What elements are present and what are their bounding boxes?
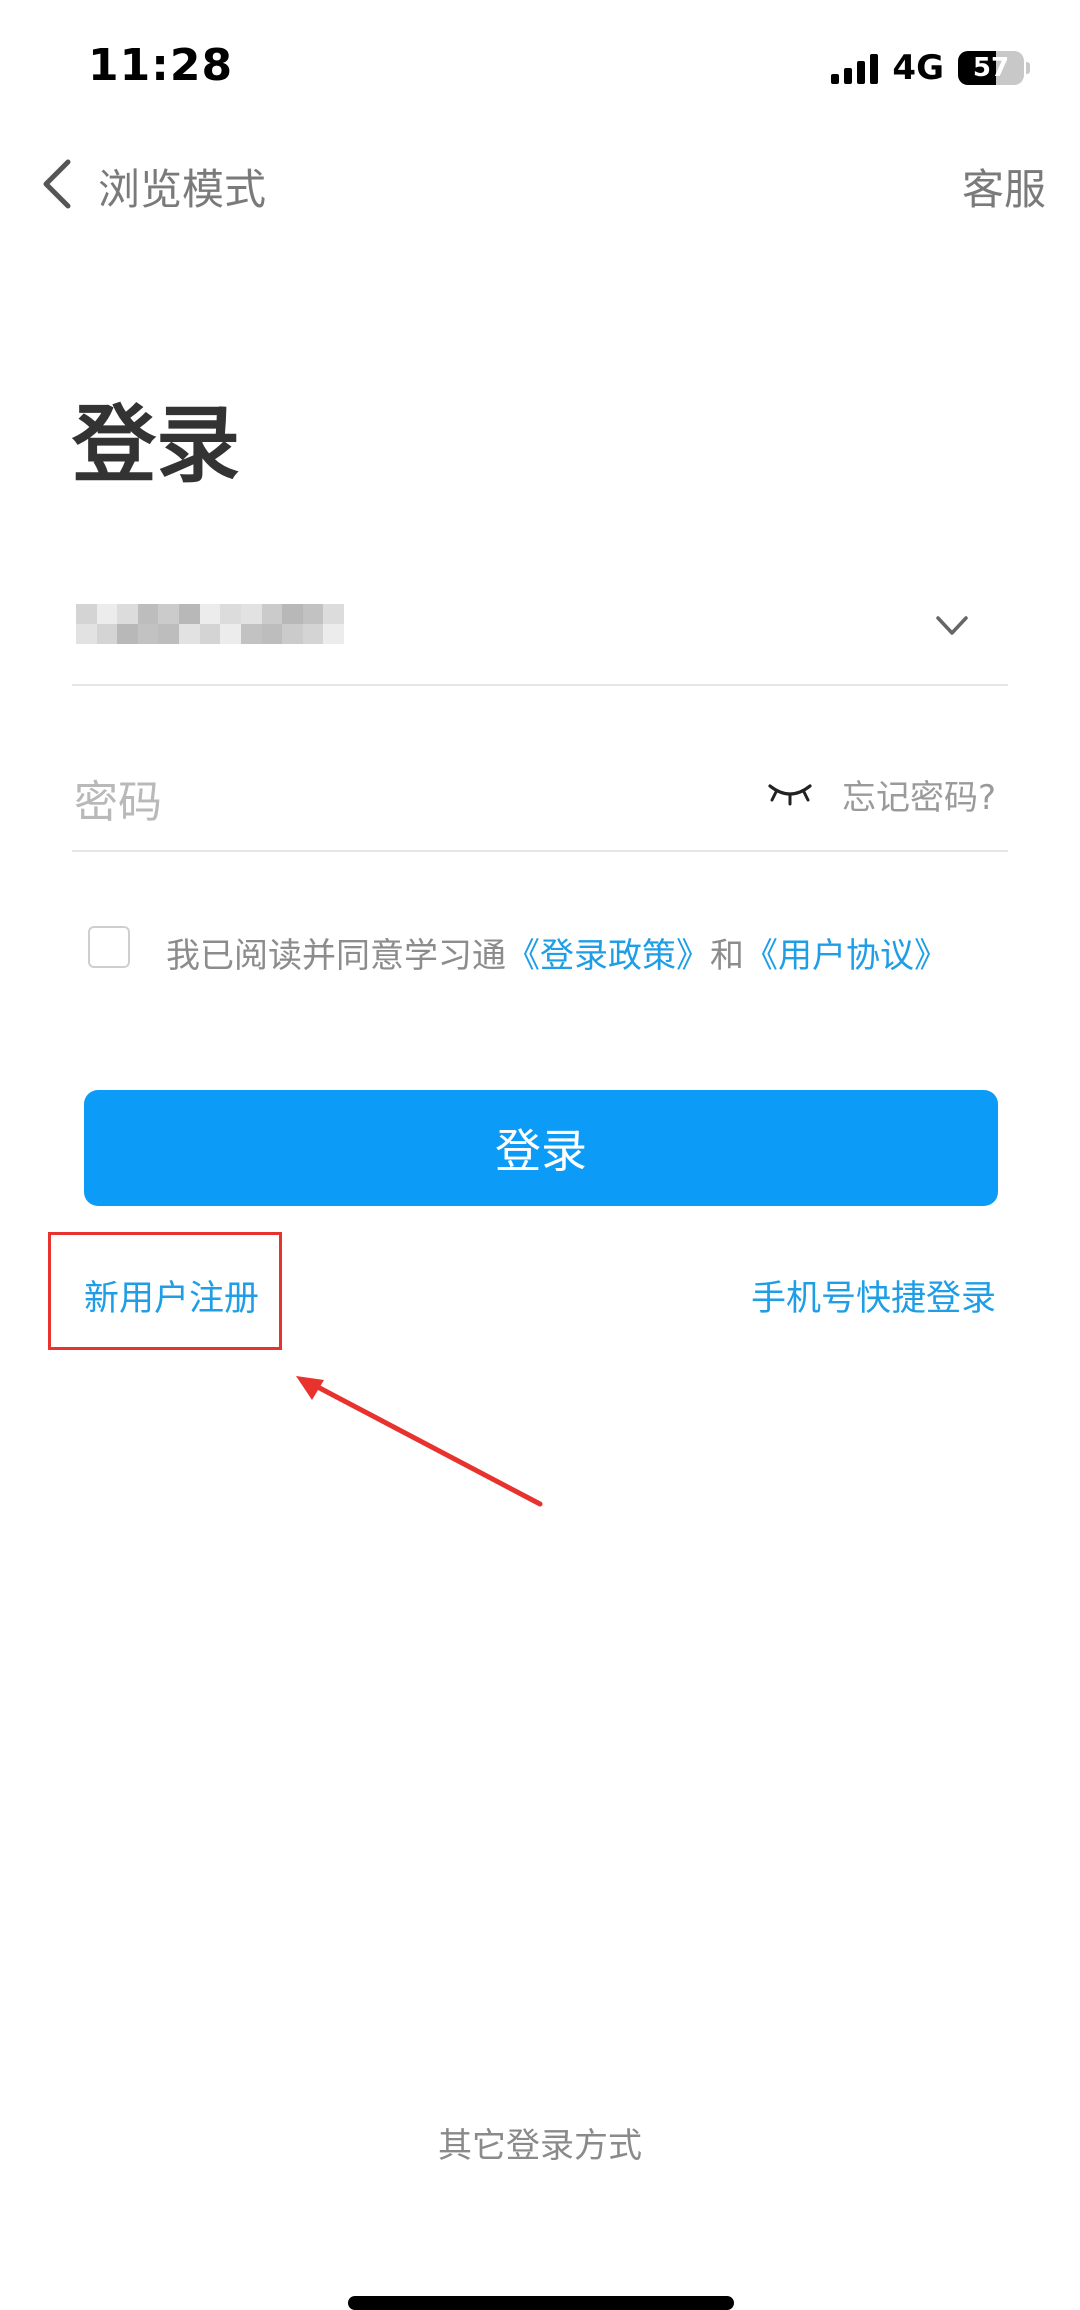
phone-quick-login-link[interactable]: 手机号快捷登录: [751, 1270, 996, 1321]
status-time: 11:28: [88, 40, 234, 91]
forgot-password-link[interactable]: 忘记密码?: [842, 770, 996, 819]
mask-pixel: [96, 624, 118, 644]
mask-pixel: [76, 604, 97, 624]
mask-pixel: [117, 624, 138, 644]
mask-pixel: [199, 604, 221, 624]
mask-pixel: [282, 624, 303, 644]
mask-pixel: [240, 624, 262, 644]
login-button-label: 登录: [495, 1124, 587, 1178]
signal-icon: [831, 52, 879, 84]
mask-pixel: [261, 624, 283, 644]
mask-pixel: [117, 604, 138, 624]
other-login-methods-link[interactable]: 其它登录方式: [0, 2118, 1080, 2167]
mask-pixel: [240, 604, 262, 624]
customer-service-button[interactable]: 客服: [962, 156, 1046, 217]
mask-pixel: [302, 604, 324, 624]
agreement-text: 我已阅读并同意学习通《登录政策》和《用户协议》: [166, 928, 948, 977]
browse-mode-button[interactable]: 浏览模式: [98, 156, 266, 217]
agreement-checkbox[interactable]: [88, 926, 130, 968]
battery-percent: 57: [972, 53, 1010, 83]
page-title: 登录: [72, 396, 241, 494]
password-divider: [72, 850, 1008, 852]
account-divider: [72, 684, 1008, 686]
mask-pixel: [302, 624, 324, 644]
mask-pixel: [137, 624, 159, 644]
mask-pixel: [96, 604, 118, 624]
home-indicator: [348, 2296, 734, 2310]
user-agreement-link[interactable]: 《用户协议》: [744, 936, 948, 976]
mask-pixel: [323, 624, 344, 644]
agreement-prefix: 我已阅读并同意学习通: [166, 936, 506, 976]
login-policy-link[interactable]: 《登录政策》: [506, 936, 710, 976]
battery-tip: [1026, 62, 1030, 74]
agreement-and: 和: [710, 936, 744, 976]
mask-pixel: [282, 604, 303, 624]
chevron-down-icon[interactable]: [934, 614, 970, 638]
mask-pixel: [220, 624, 241, 644]
battery-icon: 57: [958, 51, 1024, 85]
mask-pixel: [179, 624, 200, 644]
eye-closed-icon[interactable]: [766, 778, 814, 808]
mask-pixel: [137, 604, 159, 624]
mask-pixel: [76, 624, 97, 644]
mask-pixel: [158, 604, 180, 624]
mask-pixel: [158, 624, 180, 644]
mask-pixel: [179, 604, 200, 624]
network-type: 4G: [892, 48, 944, 88]
password-input[interactable]: 密码: [74, 766, 162, 830]
mask-pixel: [323, 604, 344, 624]
mask-pixel: [220, 604, 241, 624]
chevron-left-icon[interactable]: [38, 158, 78, 210]
status-indicators: 4G 57: [831, 46, 1030, 90]
login-button[interactable]: 登录: [84, 1090, 998, 1206]
annotation-arrow-icon: [296, 1376, 543, 1507]
account-input[interactable]: [76, 604, 344, 644]
mask-pixel: [199, 624, 221, 644]
register-link[interactable]: 新用户注册: [84, 1270, 259, 1321]
mask-pixel: [261, 604, 283, 624]
